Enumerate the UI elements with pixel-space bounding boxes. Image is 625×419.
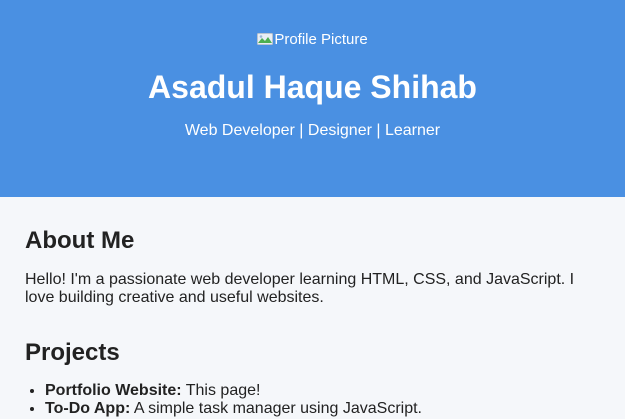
about-text: Hello! I'm a passionate web developer le… [25,271,575,306]
project-name: To-Do App: [45,400,131,417]
avatar: Profile Picture [0,31,625,49]
profile-tagline: Web Developer | Designer | Learner [184,122,441,139]
broken-image-icon [257,32,274,45]
project-name: Portfolio Website: [45,382,182,399]
list-item: Portfolio Website: This page! [45,382,422,400]
projects-list: Portfolio Website: This page! To-Do App:… [25,382,422,418]
about-heading: About Me [25,227,135,254]
list-item: To-Do App: A simple task manager using J… [45,400,422,418]
profile-header: Profile Picture Asadul Haque Shihab Web … [0,0,625,197]
avatar-alt-text: Profile Picture [274,31,368,48]
project-description: A simple task manager using JavaScript. [130,400,422,417]
project-description: This page! [181,382,261,399]
projects-heading: Projects [25,339,120,366]
profile-name: Asadul Haque Shihab [148,69,477,105]
